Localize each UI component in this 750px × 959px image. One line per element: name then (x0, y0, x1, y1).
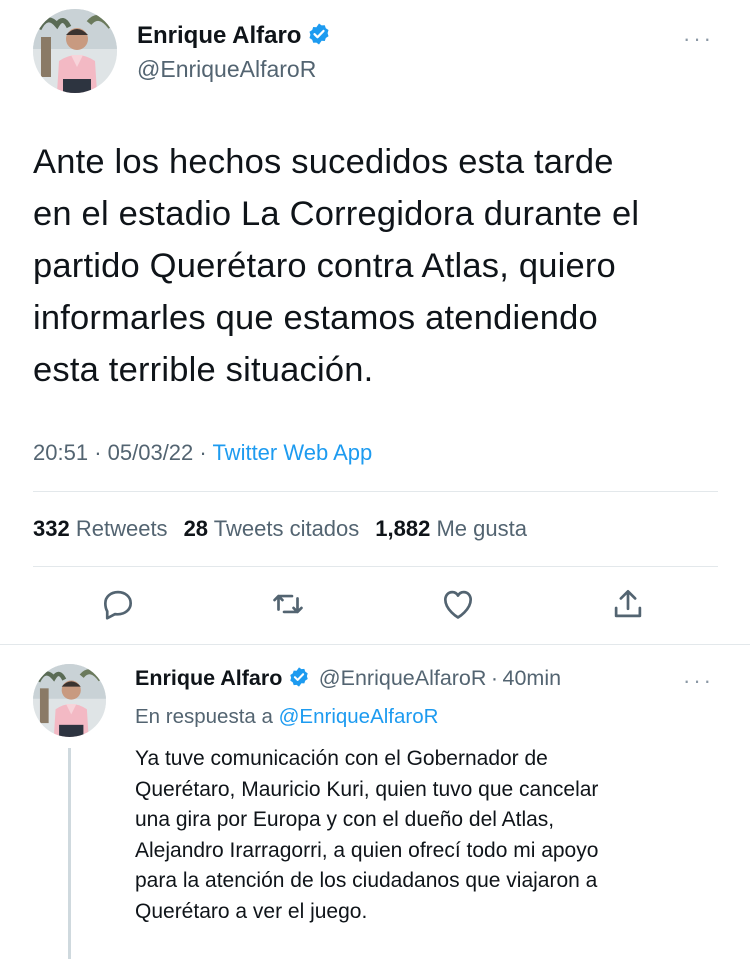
tweet-text: Ante los hechos sucedidos esta tarde en … (33, 136, 733, 396)
replying-to-mention[interactable]: @EnriqueAlfaroR (279, 705, 439, 728)
author-handle[interactable]: @EnriqueAlfaroR (137, 56, 316, 83)
divider (33, 566, 718, 567)
retweets-stat[interactable]: 332 Retweets (33, 516, 168, 541)
tweet-text-line: Ante los hechos sucedidos esta tarde (33, 143, 614, 181)
meta-separator: · (199, 440, 207, 465)
more-options-icon[interactable]: ··· (683, 28, 714, 50)
verified-badge-icon (288, 666, 310, 693)
author-name-row[interactable]: Enrique Alfaro (137, 22, 331, 53)
tweet-time[interactable]: 20:51 (33, 440, 88, 465)
quotes-stat[interactable]: 28 Tweets citados (184, 516, 360, 541)
verified-badge-icon (307, 22, 331, 53)
quotes-label: Tweets citados (213, 516, 360, 541)
tweet-text-line: en el estadio La Corregidora durante el (33, 195, 640, 233)
thread-connector-line (68, 748, 71, 959)
reply-text-line: Ya tuve comunicación con el Gobernador d… (135, 747, 548, 770)
reply-text-line: Alejandro Irarragorri, a quien ofrecí to… (135, 838, 599, 862)
replying-to: En respuesta a @EnriqueAlfaroR (135, 705, 438, 729)
avatar-photo (33, 9, 117, 93)
reply-text-line: Querétaro a ver el juego. (135, 899, 368, 923)
retweets-count: 332 (33, 516, 70, 541)
reply-text-line: Querétaro, Mauricio Kuri, quien tuvo que… (135, 777, 599, 801)
share-button[interactable] (606, 582, 650, 626)
like-icon (443, 590, 473, 619)
reply-button[interactable] (96, 582, 140, 626)
likes-label: Me gusta (436, 516, 527, 541)
tweet-text-line: esta terrible situación. (33, 351, 374, 389)
likes-count: 1,882 (375, 516, 431, 541)
divider (0, 644, 750, 645)
tweet-text-line: partido Querétaro contra Atlas, quiero (33, 247, 616, 285)
retweet-button[interactable] (266, 582, 310, 626)
meta-separator: · (490, 666, 499, 690)
tweet-text-line: informarles que estamos atendiendo (33, 299, 598, 337)
reply-icon (103, 590, 133, 620)
reply-author-name[interactable]: Enrique Alfaro (135, 666, 282, 690)
author-avatar[interactable] (33, 9, 117, 93)
reply-author-handle[interactable]: @EnriqueAlfaroR (319, 666, 487, 690)
reply-more-options-icon[interactable]: ··· (683, 670, 714, 692)
reply-time[interactable]: 40min (503, 666, 562, 690)
meta-separator: · (94, 440, 102, 465)
author-name[interactable]: Enrique Alfaro (137, 22, 301, 49)
share-icon (614, 589, 642, 618)
retweets-label: Retweets (75, 516, 168, 541)
avatar-photo (33, 664, 106, 737)
tweet-date[interactable]: 05/03/22 (108, 440, 194, 465)
reply-header: Enrique Alfaro @EnriqueAlfaroR · 40min (135, 666, 561, 693)
like-button[interactable] (436, 582, 480, 626)
reply-text-line: una gira por Europa y con el dueño del A… (135, 808, 555, 831)
tweet-stats: 332 Retweets 28 Tweets citados 1,882 Me gu… (33, 516, 527, 542)
reply-author-avatar[interactable] (33, 664, 106, 737)
retweet-icon (273, 594, 303, 614)
quotes-count: 28 (183, 516, 209, 541)
divider (33, 491, 718, 492)
tweet-meta: 20:51 · 05/03/22 · Twitter Web App (33, 440, 372, 466)
reply-text: Ya tuve comunicación con el Gobernador d… (135, 744, 735, 927)
likes-stat[interactable]: 1,882 Me gusta (375, 516, 527, 541)
reply-text-line: para la atención de los ciudadanos que v… (135, 869, 598, 892)
tweet-source-link[interactable]: Twitter Web App (212, 440, 372, 465)
replying-to-prefix: En respuesta a (135, 705, 273, 728)
